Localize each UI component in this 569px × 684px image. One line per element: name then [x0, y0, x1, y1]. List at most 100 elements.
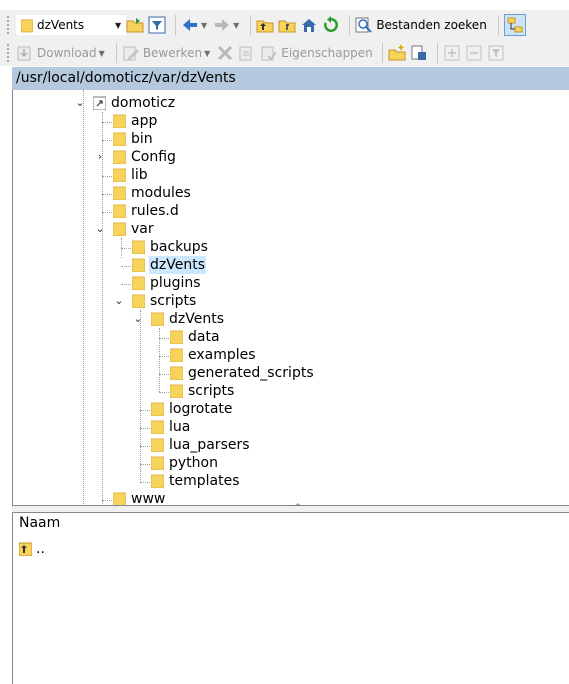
properties-icon [261, 46, 277, 61]
search-icon [355, 17, 373, 33]
filter-icon [148, 16, 166, 34]
parent-folder-button[interactable] [256, 14, 274, 36]
tree-item-backups[interactable]: backups [132, 238, 209, 256]
toolbar-grip[interactable] [6, 43, 10, 63]
folder-icon [113, 150, 126, 164]
tree-item-www[interactable]: www [113, 490, 166, 505]
chevron-down-icon[interactable]: ▼ [204, 49, 210, 58]
chevron-down-icon[interactable]: ▼ [233, 21, 239, 30]
new-folder-button[interactable] [388, 42, 406, 64]
tree-guide-line [140, 310, 141, 482]
folder-icon [151, 402, 164, 416]
folder-icon [170, 348, 183, 362]
tree-item-python[interactable]: python [151, 454, 219, 472]
download-button[interactable]: Download ▼ [16, 42, 107, 64]
tree-item-label: app [131, 113, 158, 129]
folder-icon [170, 330, 183, 344]
tree-item-scripts-dzvents[interactable]: dzVents [151, 310, 225, 328]
column-header-name[interactable]: Naam [19, 515, 60, 531]
chevron-down-icon[interactable]: ▼ [99, 49, 105, 58]
toolbar-separator [436, 43, 438, 63]
toolbar-grip[interactable] [6, 15, 10, 35]
folder-link-icon [93, 96, 106, 110]
tree-connector [140, 446, 150, 447]
home-button[interactable] [300, 14, 318, 36]
root-folder-button[interactable] [278, 14, 296, 36]
tree-item-domoticz[interactable]: domoticz [93, 94, 176, 112]
download-icon [17, 46, 31, 61]
tree-filter-button[interactable] [487, 42, 505, 64]
edit-label: Bewerken [142, 46, 203, 60]
tree-item-label: generated_scripts [188, 365, 314, 381]
tree-item-templates[interactable]: templates [151, 472, 241, 490]
tree-item-lua[interactable]: lua [151, 418, 191, 436]
collapse-chevron-icon[interactable]: ⌄ [95, 223, 105, 234]
tree-connector [159, 356, 169, 357]
toolbar-separator [349, 15, 351, 35]
folder-icon [132, 240, 145, 254]
tree-connector [102, 212, 112, 213]
edit-button[interactable]: Bewerken ▼ [122, 42, 212, 64]
tree-item-generated-scripts[interactable]: generated_scripts [170, 364, 315, 382]
new-file-button[interactable] [410, 42, 428, 64]
collapse-button[interactable] [465, 42, 483, 64]
tree-item-lib[interactable]: lib [113, 166, 149, 184]
toolbar-separator [381, 43, 383, 63]
tree-item-label: bin [131, 131, 153, 147]
tree-item-data[interactable]: data [170, 328, 221, 346]
tree-item-bin[interactable]: bin [113, 130, 154, 148]
tree-item-label: dzVents [149, 256, 206, 274]
tree-item-scripts[interactable]: scripts [132, 292, 197, 310]
collapse-chevron-icon[interactable]: ⌄ [114, 295, 124, 306]
find-files-button[interactable]: Bestanden zoeken [355, 16, 492, 34]
find-files-label: Bestanden zoeken [376, 18, 487, 32]
tree-item-label: templates [169, 473, 240, 489]
tree-item-dzvents-scripts[interactable]: scripts [170, 382, 235, 400]
refresh-button[interactable] [322, 14, 340, 36]
folder-icon [151, 312, 164, 326]
tree-item-examples[interactable]: examples [170, 346, 257, 364]
folder-icon [113, 114, 126, 128]
tree-item-logrotate[interactable]: logrotate [151, 400, 234, 418]
tree-item-plugins[interactable]: plugins [132, 274, 202, 292]
filter-button[interactable] [148, 14, 166, 36]
tree-item-dzvents-selected[interactable]: dzVents [132, 256, 206, 274]
parent-directory-row[interactable]: .. [19, 541, 45, 557]
toolbar-separator [497, 15, 499, 35]
folder-icon [151, 456, 164, 470]
tree-item-label: lib [131, 167, 148, 183]
tree-item-label: lua_parsers [169, 437, 250, 453]
folder-tree[interactable]: ⌄ › ⌄ ⌄ ⌄ domoticz app bin Config lib mo… [12, 90, 569, 506]
open-folder-button[interactable] [126, 14, 144, 36]
expand-button[interactable] [443, 42, 461, 64]
expand-chevron-icon[interactable]: › [95, 151, 105, 162]
collapse-chevron-icon[interactable]: ⌄ [75, 97, 85, 108]
tree-item-app[interactable]: app [113, 112, 158, 130]
tree-item-label: modules [131, 185, 191, 201]
tree-item-label: plugins [150, 275, 201, 291]
tree-connector [102, 140, 112, 141]
folder-icon [151, 474, 164, 488]
tree-item-label: var [131, 221, 154, 237]
path-combo[interactable]: dzVents ▼ [16, 15, 126, 35]
back-button[interactable]: ▼ [181, 14, 209, 36]
folder-icon [151, 420, 164, 434]
parent-directory-label: .. [36, 541, 45, 557]
tree-view-toggle[interactable] [503, 14, 526, 36]
forward-button[interactable]: ▼ [213, 14, 241, 36]
tree-item-modules[interactable]: modules [113, 184, 192, 202]
chevron-down-icon[interactable]: ▼ [115, 21, 125, 30]
delete-button[interactable] [216, 42, 234, 64]
chevron-down-icon[interactable]: ▼ [201, 21, 207, 30]
tree-connector [102, 176, 112, 177]
rename-button[interactable] [238, 42, 256, 64]
collapse-chevron-icon[interactable]: ⌄ [133, 313, 143, 324]
file-list[interactable]: Naam .. [12, 512, 569, 684]
properties-label: Eigenschappen [281, 46, 373, 60]
tree-item-lua-parsers[interactable]: lua_parsers [151, 436, 251, 454]
tree-item-config[interactable]: Config [113, 148, 177, 166]
folder-icon [170, 366, 183, 380]
properties-button[interactable]: Eigenschappen [260, 42, 373, 64]
tree-item-rules-d[interactable]: rules.d [113, 202, 180, 220]
tree-item-var[interactable]: var [113, 220, 155, 238]
